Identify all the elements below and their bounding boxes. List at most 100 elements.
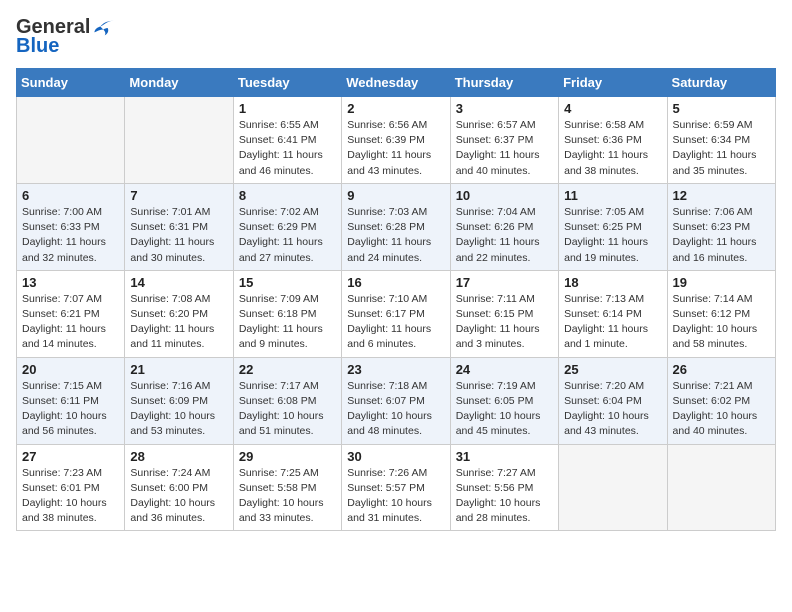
day-number: 2 xyxy=(347,101,444,116)
day-info: Sunrise: 7:01 AM Sunset: 6:31 PM Dayligh… xyxy=(130,205,227,266)
day-number: 11 xyxy=(564,188,661,203)
day-number: 17 xyxy=(456,275,553,290)
calendar-cell: 23 Sunrise: 7:18 AM Sunset: 6:07 PM Dayli… xyxy=(342,357,450,444)
weekday-header-saturday: Saturday xyxy=(667,69,775,97)
day-number: 30 xyxy=(347,449,444,464)
day-number: 31 xyxy=(456,449,553,464)
day-info: Sunrise: 7:23 AM Sunset: 6:01 PM Dayligh… xyxy=(22,466,119,527)
calendar-cell: 26 Sunrise: 7:21 AM Sunset: 6:02 PM Dayli… xyxy=(667,357,775,444)
day-info: Sunrise: 7:10 AM Sunset: 6:17 PM Dayligh… xyxy=(347,292,444,353)
logo-blue-label: Blue xyxy=(16,35,59,58)
day-info: Sunrise: 7:15 AM Sunset: 6:11 PM Dayligh… xyxy=(22,379,119,440)
calendar-cell: 18 Sunrise: 7:13 AM Sunset: 6:14 PM Dayli… xyxy=(559,270,667,357)
day-info: Sunrise: 7:02 AM Sunset: 6:29 PM Dayligh… xyxy=(239,205,336,266)
day-number: 8 xyxy=(239,188,336,203)
day-info: Sunrise: 7:08 AM Sunset: 6:20 PM Dayligh… xyxy=(130,292,227,353)
day-info: Sunrise: 7:27 AM Sunset: 5:56 PM Dayligh… xyxy=(456,466,553,527)
calendar-cell: 14 Sunrise: 7:08 AM Sunset: 6:20 PM Dayli… xyxy=(125,270,233,357)
calendar-cell: 17 Sunrise: 7:11 AM Sunset: 6:15 PM Dayli… xyxy=(450,270,558,357)
day-info: Sunrise: 6:57 AM Sunset: 6:37 PM Dayligh… xyxy=(456,118,553,179)
day-number: 26 xyxy=(673,362,770,377)
day-info: Sunrise: 7:24 AM Sunset: 6:00 PM Dayligh… xyxy=(130,466,227,527)
day-number: 7 xyxy=(130,188,227,203)
calendar-cell: 8 Sunrise: 7:02 AM Sunset: 6:29 PM Daylig… xyxy=(233,183,341,270)
day-number: 27 xyxy=(22,449,119,464)
calendar-cell xyxy=(125,97,233,184)
calendar-cell: 10 Sunrise: 7:04 AM Sunset: 6:26 PM Dayli… xyxy=(450,183,558,270)
day-number: 15 xyxy=(239,275,336,290)
day-info: Sunrise: 7:07 AM Sunset: 6:21 PM Dayligh… xyxy=(22,292,119,353)
calendar-week-2: 6Sunrise: 7:00 AM Sunset: 6:33 PM Daylig… xyxy=(17,183,776,270)
calendar-cell: 1Sunrise: 6:55 AM Sunset: 6:41 PM Daylig… xyxy=(233,97,341,184)
calendar-cell xyxy=(559,444,667,531)
calendar-cell: 25 Sunrise: 7:20 AM Sunset: 6:04 PM Dayli… xyxy=(559,357,667,444)
day-number: 18 xyxy=(564,275,661,290)
day-info: Sunrise: 7:18 AM Sunset: 6:07 PM Dayligh… xyxy=(347,379,444,440)
day-info: Sunrise: 6:59 AM Sunset: 6:34 PM Dayligh… xyxy=(673,118,770,179)
logo: General Blue xyxy=(16,16,115,58)
day-info: Sunrise: 7:05 AM Sunset: 6:25 PM Dayligh… xyxy=(564,205,661,266)
page: General Blue SundayMondayTuesdayWednesda… xyxy=(0,0,792,547)
day-number: 19 xyxy=(673,275,770,290)
day-number: 28 xyxy=(130,449,227,464)
calendar-cell: 12 Sunrise: 7:06 AM Sunset: 6:23 PM Dayli… xyxy=(667,183,775,270)
calendar-body: 1Sunrise: 6:55 AM Sunset: 6:41 PM Daylig… xyxy=(17,97,776,531)
day-number: 24 xyxy=(456,362,553,377)
day-info: Sunrise: 7:04 AM Sunset: 6:26 PM Dayligh… xyxy=(456,205,553,266)
calendar-cell: 4Sunrise: 6:58 AM Sunset: 6:36 PM Daylig… xyxy=(559,97,667,184)
day-info: Sunrise: 7:06 AM Sunset: 6:23 PM Dayligh… xyxy=(673,205,770,266)
day-number: 23 xyxy=(347,362,444,377)
calendar-week-4: 20Sunrise: 7:15 AM Sunset: 6:11 PM Dayli… xyxy=(17,357,776,444)
day-info: Sunrise: 7:09 AM Sunset: 6:18 PM Dayligh… xyxy=(239,292,336,353)
calendar-cell xyxy=(17,97,125,184)
calendar-week-5: 27 Sunrise: 7:23 AM Sunset: 6:01 PM Dayli… xyxy=(17,444,776,531)
day-number: 6 xyxy=(22,188,119,203)
day-number: 10 xyxy=(456,188,553,203)
calendar-cell: 9 Sunrise: 7:03 AM Sunset: 6:28 PM Daylig… xyxy=(342,183,450,270)
day-number: 21 xyxy=(130,362,227,377)
calendar-cell: 28 Sunrise: 7:24 AM Sunset: 6:00 PM Dayli… xyxy=(125,444,233,531)
calendar-cell: 21Sunrise: 7:16 AM Sunset: 6:09 PM Dayli… xyxy=(125,357,233,444)
calendar-cell: 29Sunrise: 7:25 AM Sunset: 5:58 PM Dayli… xyxy=(233,444,341,531)
calendar-table: SundayMondayTuesdayWednesdayThursdayFrid… xyxy=(16,68,776,531)
day-number: 1 xyxy=(239,101,336,116)
day-info: Sunrise: 7:21 AM Sunset: 6:02 PM Dayligh… xyxy=(673,379,770,440)
day-number: 3 xyxy=(456,101,553,116)
weekday-header-monday: Monday xyxy=(125,69,233,97)
weekday-header-sunday: Sunday xyxy=(17,69,125,97)
day-number: 25 xyxy=(564,362,661,377)
calendar-cell: 31 Sunrise: 7:27 AM Sunset: 5:56 PM Dayli… xyxy=(450,444,558,531)
day-number: 13 xyxy=(22,275,119,290)
calendar-cell: 6Sunrise: 7:00 AM Sunset: 6:33 PM Daylig… xyxy=(17,183,125,270)
day-info: Sunrise: 6:58 AM Sunset: 6:36 PM Dayligh… xyxy=(564,118,661,179)
day-number: 9 xyxy=(347,188,444,203)
logo-bird-icon xyxy=(93,17,115,39)
calendar-cell: 20Sunrise: 7:15 AM Sunset: 6:11 PM Dayli… xyxy=(17,357,125,444)
day-info: Sunrise: 7:26 AM Sunset: 5:57 PM Dayligh… xyxy=(347,466,444,527)
day-number: 29 xyxy=(239,449,336,464)
day-number: 22 xyxy=(239,362,336,377)
weekday-row: SundayMondayTuesdayWednesdayThursdayFrid… xyxy=(17,69,776,97)
calendar-cell: 7 Sunrise: 7:01 AM Sunset: 6:31 PM Daylig… xyxy=(125,183,233,270)
calendar-cell: 5 Sunrise: 6:59 AM Sunset: 6:34 PM Daylig… xyxy=(667,97,775,184)
calendar-cell xyxy=(667,444,775,531)
weekday-header-friday: Friday xyxy=(559,69,667,97)
calendar-cell: 19Sunrise: 7:14 AM Sunset: 6:12 PM Dayli… xyxy=(667,270,775,357)
day-info: Sunrise: 7:03 AM Sunset: 6:28 PM Dayligh… xyxy=(347,205,444,266)
day-number: 14 xyxy=(130,275,227,290)
day-info: Sunrise: 7:20 AM Sunset: 6:04 PM Dayligh… xyxy=(564,379,661,440)
day-info: Sunrise: 7:19 AM Sunset: 6:05 PM Dayligh… xyxy=(456,379,553,440)
calendar-cell: 27 Sunrise: 7:23 AM Sunset: 6:01 PM Dayli… xyxy=(17,444,125,531)
weekday-header-wednesday: Wednesday xyxy=(342,69,450,97)
calendar-cell: 15 Sunrise: 7:09 AM Sunset: 6:18 PM Dayli… xyxy=(233,270,341,357)
day-info: Sunrise: 7:11 AM Sunset: 6:15 PM Dayligh… xyxy=(456,292,553,353)
day-number: 12 xyxy=(673,188,770,203)
day-number: 16 xyxy=(347,275,444,290)
calendar-cell: 30 Sunrise: 7:26 AM Sunset: 5:57 PM Dayli… xyxy=(342,444,450,531)
header: General Blue xyxy=(16,16,776,58)
day-info: Sunrise: 7:13 AM Sunset: 6:14 PM Dayligh… xyxy=(564,292,661,353)
calendar-cell: 13 Sunrise: 7:07 AM Sunset: 6:21 PM Dayli… xyxy=(17,270,125,357)
day-number: 5 xyxy=(673,101,770,116)
calendar-cell: 22Sunrise: 7:17 AM Sunset: 6:08 PM Dayli… xyxy=(233,357,341,444)
calendar-week-3: 13 Sunrise: 7:07 AM Sunset: 6:21 PM Dayli… xyxy=(17,270,776,357)
